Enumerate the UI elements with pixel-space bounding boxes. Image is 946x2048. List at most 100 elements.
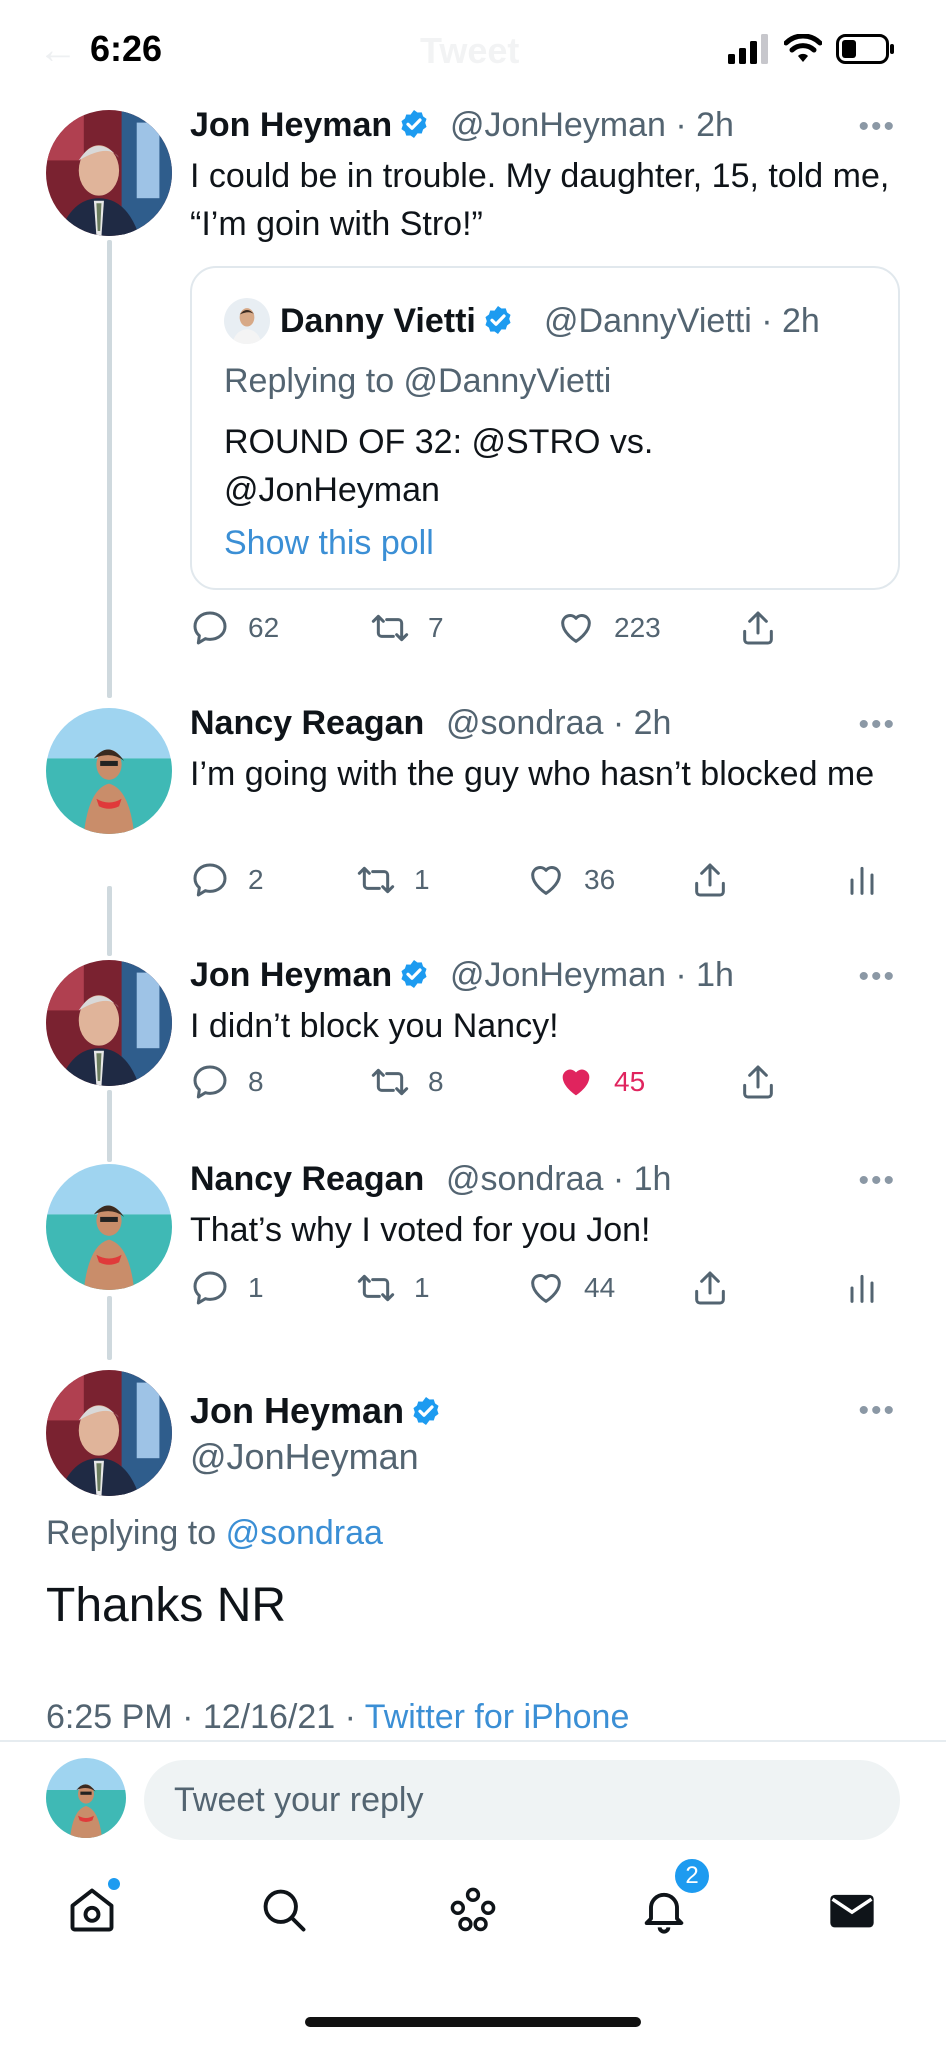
quote-author-name: Danny Vietti: [280, 302, 514, 341]
main-author-name[interactable]: Jon Heyman: [190, 1390, 442, 1432]
author-handle-time: @sondraa · 2h: [446, 704, 672, 742]
quote-text: ROUND OF 32: @STRO vs. @JonHeyman: [224, 423, 654, 509]
timestamp-text: 6:25 PM · 12/16/21 ·: [46, 1698, 365, 1736]
like-button[interactable]: 45: [556, 1062, 645, 1102]
tweet-actions: 2 1 36: [190, 860, 910, 910]
more-options-icon[interactable]: •••: [858, 708, 896, 742]
tweet-text: That’s why I voted for you Jon!: [190, 1211, 651, 1249]
more-options-icon[interactable]: •••: [858, 1164, 896, 1198]
replying-mention[interactable]: @sondraa: [226, 1514, 383, 1552]
show-poll-link[interactable]: Show this poll: [224, 524, 434, 563]
like-button[interactable]: 44: [526, 1268, 615, 1308]
quoted-tweet[interactable]: Danny Vietti @DannyVietti · 2h Replying …: [190, 266, 900, 590]
share-icon: [743, 611, 773, 645]
battery-icon: [836, 34, 894, 64]
retweet-count: 7: [428, 612, 444, 643]
author-name[interactable]: Jon Heyman: [190, 956, 430, 995]
share-button[interactable]: [738, 1062, 778, 1102]
tweet-actions: 8 8 45: [190, 1062, 910, 1112]
verified-badge-icon: [413, 1397, 439, 1425]
heart-icon: [531, 866, 561, 895]
thread-line: [107, 240, 112, 698]
author-handle-time: @JonHeyman · 2h: [450, 106, 734, 144]
tweet-text: I didn’t block you Nancy!: [190, 1007, 559, 1045]
quote-avatar: [224, 298, 270, 344]
tab-notifications[interactable]: 2: [634, 1856, 712, 1940]
retweet-button[interactable]: 1: [356, 1268, 430, 1308]
analytics-icon: [850, 1274, 874, 1303]
quote-replying-to: Replying to @DannyVietti: [224, 362, 612, 400]
signal-icon: [728, 34, 768, 64]
divider: [0, 1740, 946, 1742]
reply-button[interactable]: 2: [190, 860, 264, 900]
reply-button[interactable]: 8: [190, 1062, 264, 1102]
tab-search[interactable]: [254, 1880, 314, 1940]
tab-messages[interactable]: [822, 1880, 882, 1940]
main-timestamp: 6:25 PM · 12/16/21 · Twitter for iPhone: [46, 1698, 629, 1737]
more-options-icon[interactable]: •••: [858, 110, 896, 144]
reply-count: 2: [248, 864, 264, 895]
share-button[interactable]: [690, 1268, 730, 1308]
replying-label: Replying to: [46, 1514, 217, 1552]
share-button[interactable]: [738, 608, 778, 648]
share-button[interactable]: [690, 860, 730, 900]
retweet-count: 1: [414, 1272, 430, 1303]
retweet-button[interactable]: 7: [370, 608, 444, 648]
tab-bar: 2: [0, 1856, 946, 1960]
thread-line: [107, 1296, 112, 1360]
author-name[interactable]: Nancy Reagan: [190, 704, 424, 743]
back-arrow-icon: ←: [38, 28, 78, 72]
author-name-text: Jon Heyman: [190, 106, 393, 144]
tweet-actions: 1 1 44: [190, 1268, 910, 1318]
like-button[interactable]: 36: [526, 860, 615, 900]
retweet-button[interactable]: 8: [370, 1062, 444, 1102]
like-count: 45: [614, 1066, 646, 1097]
like-button[interactable]: 223: [556, 608, 661, 648]
thread-line: [107, 886, 112, 956]
like-count: 223: [614, 612, 661, 643]
more-options-icon[interactable]: •••: [858, 960, 896, 994]
avatar[interactable]: [46, 1164, 172, 1290]
reply-button[interactable]: 1: [190, 1268, 264, 1308]
status-bar: ← Tweet 6:26: [0, 0, 946, 100]
search-icon: [263, 1889, 306, 1932]
analytics-button[interactable]: [842, 860, 882, 900]
heart-icon: [531, 1274, 561, 1303]
retweet-count: 1: [414, 864, 430, 895]
tab-home[interactable]: [62, 1878, 122, 1940]
reply-button[interactable]: 62: [190, 608, 279, 648]
verified-badge-icon: [485, 306, 511, 334]
retweet-button[interactable]: 1: [356, 860, 430, 900]
home-unread-dot: [108, 1878, 120, 1890]
author-handle-time: @sondraa · 1h: [446, 1160, 672, 1198]
avatar[interactable]: [46, 708, 172, 834]
home-indicator: [305, 2017, 641, 2027]
avatar[interactable]: [46, 110, 172, 236]
main-author-name-text: Jon Heyman: [190, 1390, 405, 1431]
retweet-icon: [371, 614, 409, 642]
quote-handle-time: @DannyVietti · 2h: [544, 302, 820, 340]
like-count: 44: [584, 1272, 616, 1303]
author-name[interactable]: Nancy Reagan: [190, 1160, 424, 1199]
retweet-icon: [371, 1068, 409, 1096]
heart-icon: [561, 614, 591, 643]
reply-icon: [193, 863, 227, 897]
more-options-icon[interactable]: •••: [858, 1394, 896, 1428]
author-name[interactable]: Jon Heyman: [190, 106, 430, 145]
tweet-source-link[interactable]: Twitter for iPhone: [365, 1698, 630, 1736]
status-icons: [728, 34, 896, 64]
tab-spaces[interactable]: [443, 1880, 503, 1940]
author-name-text: Jon Heyman: [190, 956, 393, 994]
avatar[interactable]: [46, 1370, 172, 1496]
verified-badge-icon: [401, 110, 427, 138]
thread-line: [107, 1090, 112, 1162]
spaces-icon: [450, 1887, 496, 1932]
reply-input[interactable]: [144, 1760, 900, 1840]
home-icon: [70, 1888, 114, 1932]
main-author-handle[interactable]: @JonHeyman: [190, 1436, 419, 1478]
avatar[interactable]: [46, 960, 172, 1086]
analytics-button[interactable]: [842, 1268, 882, 1308]
quote-author-name-text: Danny Vietti: [280, 302, 476, 340]
tweet-actions: 62 7 223: [190, 608, 910, 658]
wifi-icon: [784, 34, 822, 62]
